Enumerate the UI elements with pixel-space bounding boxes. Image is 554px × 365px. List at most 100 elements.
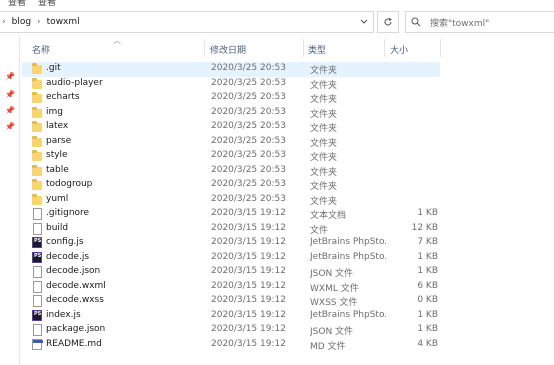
file-row[interactable]: parse 2020/3/25 20:53 文件夹 — [22, 135, 440, 150]
file-row[interactable]: decode.json 2020/3/15 19:12 JSON 文件 1 KB — [22, 265, 440, 280]
file-date: 2020/3/15 19:12 — [211, 324, 286, 334]
column-type[interactable]: 类型 — [308, 43, 326, 56]
file-row[interactable]: decode.wxml 2020/3/15 19:12 WXML 文件 6 KB — [22, 280, 440, 295]
refresh-button[interactable] — [377, 11, 399, 33]
file-type: 文件 — [310, 225, 329, 236]
breadcrumb-item-towxml[interactable]: towxml — [45, 17, 82, 27]
folder-icon — [32, 193, 42, 206]
file-date: 2020/3/25 20:53 — [211, 92, 286, 102]
file-size: 12 KB — [411, 222, 438, 233]
folder-icon — [32, 77, 42, 90]
file-type: JetBrains PhpSto... — [310, 309, 386, 320]
file-list: ︿ 名称 修改日期 类型 大小 .git 2020/3/25 20:53 文件夹 au… — [22, 36, 554, 365]
folder-icon — [32, 106, 42, 119]
file-rows: .git 2020/3/25 20:53 文件夹 audio-player 2020/3… — [22, 62, 554, 352]
file-row[interactable]: PS config.js 2020/3/15 19:12 JetBrains PhpS… — [22, 236, 440, 251]
breadcrumb-separator: › — [2, 17, 6, 27]
file-size: 4 KB — [417, 338, 438, 349]
file-row[interactable]: PS index.js 2020/3/15 19:12 JetBrains PhpSt… — [22, 309, 440, 324]
breadcrumb-separator: › — [37, 17, 41, 27]
file-row[interactable]: todogroup 2020/3/25 20:53 文件夹 — [22, 178, 440, 193]
column-size[interactable]: 大小 — [390, 43, 408, 56]
top-strip-label-right: 查看 — [38, 0, 57, 6]
file-type: WXML 文件 — [310, 283, 359, 294]
file-date: 2020/3/15 19:12 — [211, 295, 286, 305]
file-size: 1 KB — [417, 251, 438, 262]
markdown-file-icon — [32, 338, 43, 351]
file-row[interactable]: table 2020/3/25 20:53 文件夹 — [22, 164, 440, 179]
file-type: JetBrains PhpSto... — [310, 237, 386, 247]
file-row[interactable]: README.md 2020/3/15 19:12 MD 文件 4 KB — [22, 338, 440, 353]
navigation-pane[interactable]: 📌 📌 📌 📌 — [0, 36, 20, 365]
column-divider[interactable] — [440, 39, 441, 57]
search-placeholder[interactable]: 搜索"towxml" — [430, 16, 489, 29]
column-divider[interactable] — [303, 39, 304, 57]
file-icon — [32, 222, 42, 235]
column-modified[interactable]: 修改日期 — [210, 43, 246, 56]
file-date: 2020/3/25 20:53 — [211, 150, 286, 160]
file-icon — [32, 324, 42, 336]
file-icon — [32, 295, 42, 307]
file-row[interactable]: img 2020/3/25 20:53 文件夹 — [22, 106, 440, 121]
file-size: 1 KB — [417, 324, 438, 334]
file-icon — [32, 280, 42, 293]
pin-icon[interactable]: 📌 — [5, 106, 15, 116]
file-row[interactable]: .git 2020/3/25 20:53 文件夹 — [22, 62, 440, 77]
file-type: 文件夹 — [310, 80, 338, 91]
breadcrumb[interactable]: › blog › towxml — [0, 11, 374, 33]
file-row[interactable]: decode.wxss 2020/3/15 19:12 WXSS 文件 0 KB — [22, 294, 440, 309]
file-row[interactable]: audio-player 2020/3/25 20:53 文件夹 — [22, 77, 440, 92]
file-date: 2020/3/15 19:12 — [211, 222, 286, 233]
file-date: 2020/3/25 20:53 — [211, 193, 286, 204]
file-name: echarts — [46, 92, 80, 102]
pin-icon[interactable]: 📌 — [5, 122, 15, 132]
file-type: 文件夹 — [310, 153, 338, 163]
file-size: 1 KB — [417, 208, 438, 218]
file-name: decode.json — [46, 266, 101, 276]
folder-icon — [32, 164, 42, 177]
file-date: 2020/3/15 19:12 — [211, 266, 286, 276]
address-dropdown-button[interactable] — [354, 11, 374, 33]
column-divider[interactable] — [204, 39, 205, 57]
file-icon — [32, 266, 42, 278]
file-name: config.js — [46, 237, 84, 247]
folder-icon — [32, 63, 42, 75]
folder-icon — [32, 92, 42, 104]
column-name[interactable]: 名称 — [32, 43, 50, 56]
file-row[interactable]: style 2020/3/25 20:53 文件夹 — [22, 149, 440, 164]
folder-icon — [32, 150, 42, 162]
top-strip: 查看 查看 — [0, 0, 554, 6]
file-type: 文件夹 — [310, 124, 338, 134]
file-type: JSON 文件 — [310, 269, 354, 279]
file-date: 2020/3/25 20:53 — [211, 106, 286, 117]
file-name: parse — [46, 135, 72, 146]
file-name: .gitignore — [46, 208, 90, 218]
file-row[interactable]: build 2020/3/15 19:12 文件 12 KB — [22, 222, 440, 237]
column-divider[interactable] — [384, 39, 385, 57]
file-name: README.md — [46, 338, 102, 349]
file-type: 文件夹 — [310, 167, 338, 178]
file-name: style — [46, 150, 68, 160]
file-date: 2020/3/15 19:12 — [211, 251, 286, 262]
file-row[interactable]: latex 2020/3/25 20:53 文件夹 — [22, 120, 440, 135]
search-box[interactable]: 搜索"towxml" — [405, 11, 554, 33]
text-file-icon — [32, 208, 42, 220]
breadcrumb-item-blog[interactable]: blog — [10, 17, 33, 27]
file-name: build — [46, 222, 69, 233]
file-date: 2020/3/25 20:53 — [211, 63, 286, 73]
file-row[interactable]: package.json 2020/3/15 19:12 JSON 文件 1 KB — [22, 323, 440, 338]
pin-icon[interactable]: 📌 — [5, 90, 15, 100]
file-type: JetBrains PhpSto... — [310, 251, 386, 262]
pin-icon[interactable]: 📌 — [5, 72, 15, 82]
file-size: 7 KB — [417, 237, 438, 247]
file-date: 2020/3/15 19:12 — [211, 237, 286, 247]
file-row[interactable]: .gitignore 2020/3/15 19:12 文本文档 1 KB — [22, 207, 440, 222]
file-row[interactable]: PS decode.js 2020/3/15 19:12 JetBrains PhpS… — [22, 251, 440, 266]
file-row[interactable]: echarts 2020/3/25 20:53 文件夹 — [22, 91, 440, 106]
file-row[interactable]: yuml 2020/3/25 20:53 文件夹 — [22, 193, 440, 208]
file-type: MD 文件 — [310, 341, 346, 352]
file-name: package.json — [46, 324, 106, 334]
column-header: ︿ 名称 修改日期 类型 大小 — [22, 36, 554, 60]
sort-arrow-icon: ︿ — [113, 36, 121, 45]
file-name: latex — [46, 121, 69, 131]
